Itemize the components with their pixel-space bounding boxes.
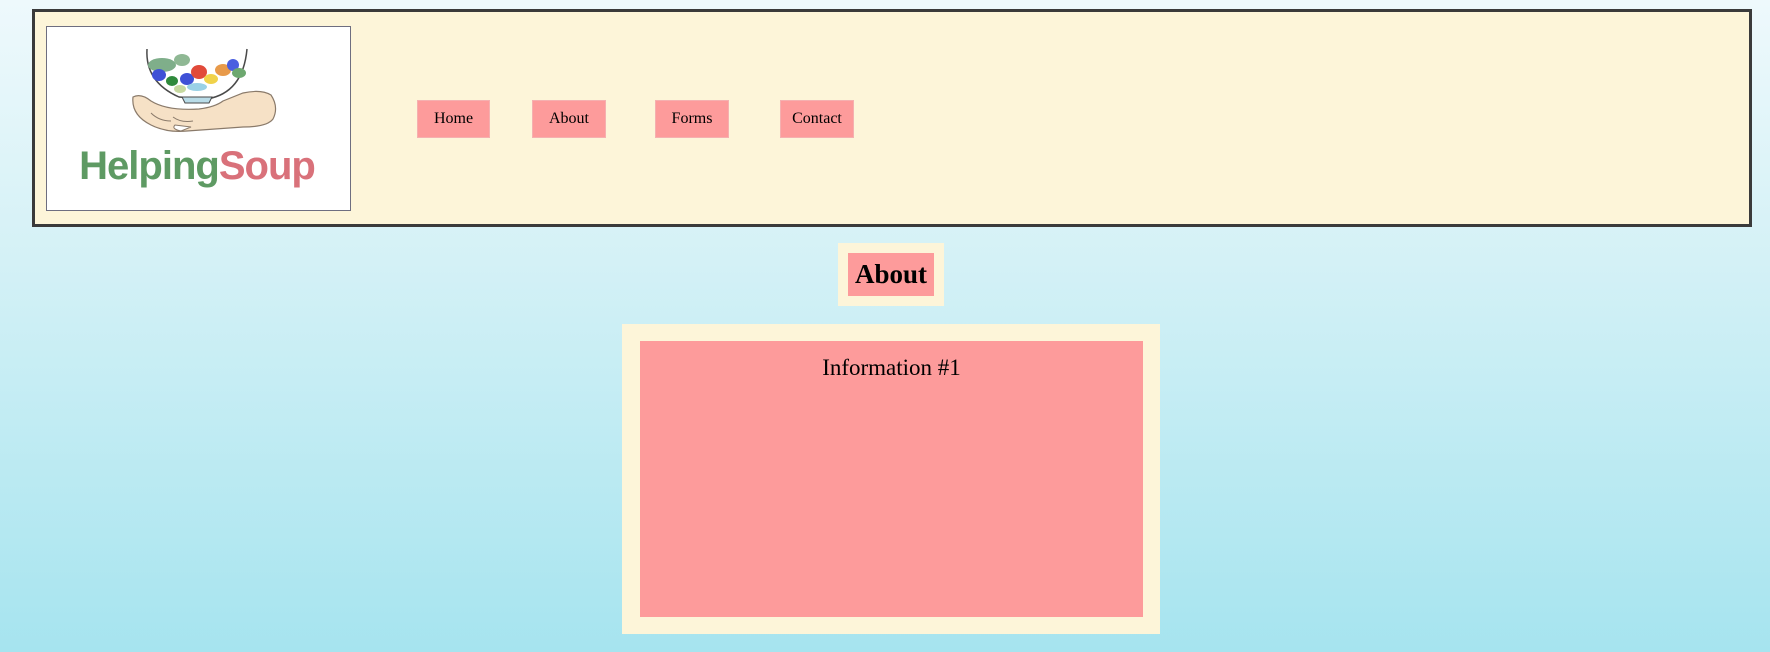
info-title: Information #1: [822, 355, 961, 380]
info-panel: Information #1: [622, 324, 1160, 634]
nav-forms-button[interactable]: Forms: [655, 100, 729, 138]
svg-text:HelpingSoup: HelpingSoup: [79, 144, 315, 188]
info-content: Information #1: [640, 341, 1143, 617]
logo[interactable]: HelpingSoup: [46, 26, 351, 211]
page-title: About: [848, 253, 934, 296]
page-title-frame: About: [838, 243, 944, 306]
salad-bowl-in-hand-icon: HelpingSoup: [79, 48, 316, 188]
nav-about-button[interactable]: About: [532, 100, 606, 138]
site-header: HelpingSoup Home About Forms Contact: [32, 9, 1752, 227]
logo-text-soup: Soup: [219, 144, 315, 188]
nav-contact-button[interactable]: Contact: [780, 100, 854, 138]
nav-home-button[interactable]: Home: [417, 100, 490, 138]
logo-text-helping: Helping: [79, 144, 219, 188]
